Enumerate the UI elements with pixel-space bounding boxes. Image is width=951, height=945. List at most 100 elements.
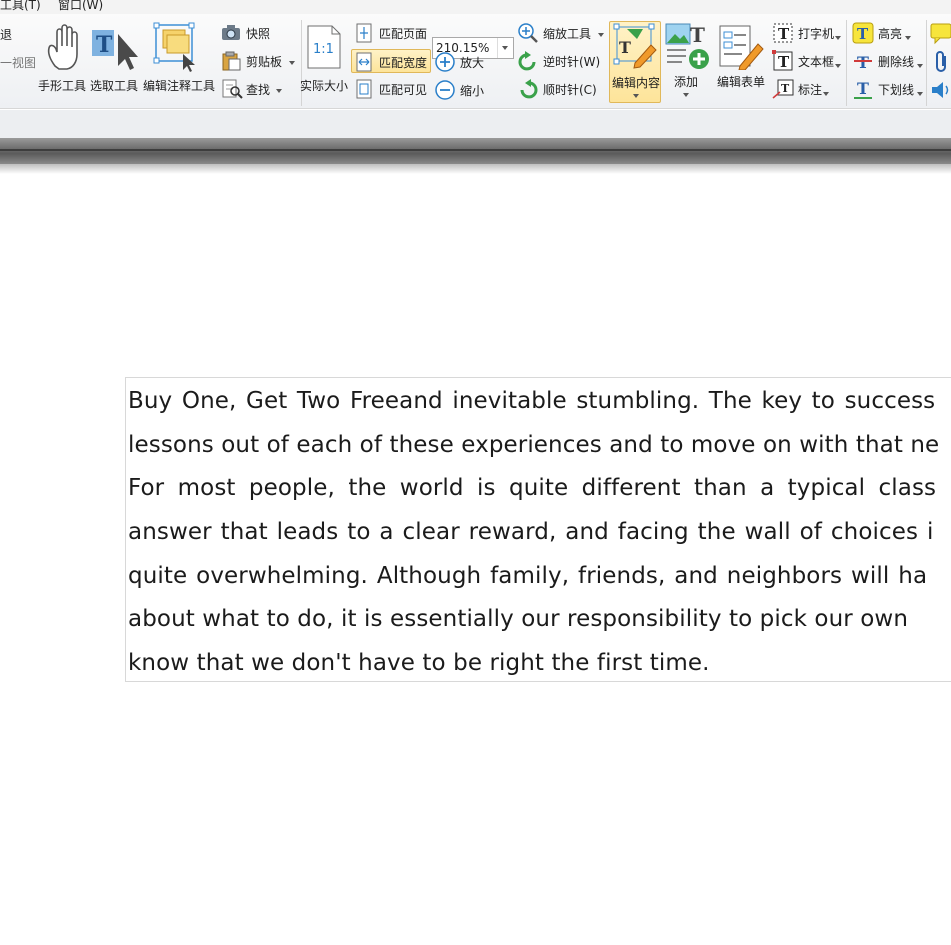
document-top-line xyxy=(0,149,951,151)
zoom-dropdown-icon xyxy=(502,46,508,50)
find-dropdown-icon xyxy=(276,89,282,93)
textbox-label: 文本框 xyxy=(798,55,835,69)
typewriter-icon: T xyxy=(773,23,793,43)
edit-annotation-tool-button[interactable]: 编辑注释工具 xyxy=(143,18,217,93)
svg-text:T: T xyxy=(857,79,869,98)
actual-size-icon: 1:1 xyxy=(307,25,341,69)
callout-button[interactable]: T 标注 xyxy=(771,78,843,100)
svg-text:1:1: 1:1 xyxy=(313,42,334,57)
svg-text:T: T xyxy=(96,32,113,58)
fit-width-label: 匹配宽度 xyxy=(379,56,428,70)
menu-tools[interactable]: 工具(T) xyxy=(0,0,41,13)
underline-button[interactable]: T 下划线 xyxy=(851,78,923,100)
underline-label: 下划线 xyxy=(878,83,915,97)
rotate-cw-button[interactable]: 顺时针(C) xyxy=(516,78,608,100)
toolbar-spacer xyxy=(0,110,951,138)
textbox-button[interactable]: T 文本框 xyxy=(771,50,843,72)
find-button[interactable]: 查找 xyxy=(219,78,299,100)
edit-form-button[interactable]: 编辑表单 xyxy=(714,21,770,95)
fit-width-icon xyxy=(356,52,372,72)
zoom-out-label: 缩小 xyxy=(460,84,485,98)
underline-dropdown-icon xyxy=(917,92,923,96)
zoom-in-icon xyxy=(435,52,455,72)
paragraph-line: quite overwhelming. Although family, fri… xyxy=(128,562,928,589)
fit-page-icon xyxy=(356,23,372,43)
find-label: 查找 xyxy=(246,83,271,97)
svg-text:T: T xyxy=(778,25,790,43)
paragraph-line: about what to do, it is essentially our … xyxy=(128,606,909,633)
zoom-in-button[interactable]: 放大 xyxy=(433,51,493,73)
zoom-tool-button[interactable]: 缩放工具 xyxy=(516,22,608,44)
document-top-border xyxy=(0,138,951,164)
typewriter-button[interactable]: T 打字机 xyxy=(771,22,843,44)
fit-width-button[interactable]: 匹配宽度 xyxy=(351,49,431,73)
svg-text:T: T xyxy=(781,82,790,95)
svg-text:T: T xyxy=(778,53,790,71)
menu-window[interactable]: 窗口(W) xyxy=(58,0,103,13)
attachment-icon[interactable] xyxy=(933,51,951,73)
typewriter-dropdown-icon xyxy=(835,36,841,40)
edit-form-label: 编辑表单 xyxy=(717,75,766,89)
hand-icon xyxy=(47,24,78,70)
camera-icon xyxy=(222,25,240,40)
zoom-out-button[interactable]: 缩小 xyxy=(433,79,493,101)
sound-icon[interactable] xyxy=(930,79,951,101)
fit-visible-icon xyxy=(356,79,372,99)
rotate-cw-icon xyxy=(520,79,538,99)
clipboard-button[interactable]: 剪贴板 xyxy=(219,50,299,72)
add-image-text-icon: T xyxy=(665,23,709,69)
clipboard-label: 剪贴板 xyxy=(246,55,283,69)
add-button[interactable]: T 添加 xyxy=(663,21,711,103)
select-tool-button[interactable]: T 选取工具 xyxy=(90,18,140,93)
svg-text:T: T xyxy=(690,23,705,47)
strikeout-button[interactable]: T 删除线 xyxy=(851,50,923,72)
highlight-dropdown-icon xyxy=(905,36,911,40)
snapshot-label: 快照 xyxy=(246,27,271,41)
select-tool-label: 选取工具 xyxy=(90,79,139,93)
highlight-button[interactable]: T 高亮 xyxy=(851,22,923,44)
hand-tool-button[interactable]: 手形工具 xyxy=(38,18,88,93)
svg-text:T: T xyxy=(857,25,869,43)
callout-label: 标注 xyxy=(798,83,823,97)
clipboard-dropdown-icon xyxy=(289,61,295,65)
rotate-ccw-label: 逆时针(W) xyxy=(543,55,601,69)
svg-text:T: T xyxy=(857,53,869,72)
fit-page-label: 匹配页面 xyxy=(379,27,428,41)
actual-size-button[interactable]: 1:1 实际大小 xyxy=(300,18,350,93)
note-icon[interactable] xyxy=(930,23,951,45)
zoom-tool-dropdown-icon xyxy=(598,33,604,37)
snapshot-button[interactable]: 快照 xyxy=(219,22,299,44)
zoom-dropdown[interactable] xyxy=(497,38,513,58)
menu-bar: 工具(T) 窗口(W) xyxy=(0,0,951,14)
zoom-out-icon xyxy=(435,80,455,100)
edit-form-icon xyxy=(719,25,764,70)
callout-dropdown-icon xyxy=(823,92,829,96)
select-text-icon: T xyxy=(92,30,138,70)
rotate-ccw-icon xyxy=(518,51,536,71)
strikeout-dropdown-icon xyxy=(917,64,923,68)
paragraph-line: answer that leads to a clear reward, and… xyxy=(128,519,934,546)
magnifier-icon xyxy=(518,23,538,43)
view-label[interactable]: 一视图 xyxy=(0,54,36,71)
textbox-icon: T xyxy=(772,50,793,71)
fit-visible-button[interactable]: 匹配可见 xyxy=(352,78,432,100)
edit-annotation-tool-label: 编辑注释工具 xyxy=(143,79,216,93)
annotation-select-icon xyxy=(153,22,195,72)
highlight-label: 高亮 xyxy=(878,27,903,41)
actual-size-label: 实际大小 xyxy=(300,79,349,93)
svg-text:T: T xyxy=(619,38,631,57)
rotate-cw-label: 顺时针(C) xyxy=(543,83,597,97)
edit-content-label: 编辑内容 xyxy=(612,76,661,90)
edit-content-button[interactable]: T 编辑内容 xyxy=(609,21,661,103)
typewriter-label: 打字机 xyxy=(798,27,835,41)
edit-content-dropdown-icon xyxy=(633,94,639,98)
rotate-ccw-button[interactable]: 逆时针(W) xyxy=(516,50,608,72)
zoom-in-label: 放大 xyxy=(460,56,485,70)
fit-page-button[interactable]: 匹配页面 xyxy=(352,22,432,44)
document-paragraph[interactable]: Buy One, Get Two Freeand inevitable stum… xyxy=(128,380,951,686)
paragraph-line: For most people, the world is quite diff… xyxy=(128,475,937,502)
edit-content-icon: T xyxy=(613,23,657,69)
strikeout-icon: T xyxy=(854,53,872,72)
back-label[interactable]: 退 xyxy=(0,26,12,43)
textbox-dropdown-icon xyxy=(835,64,841,68)
